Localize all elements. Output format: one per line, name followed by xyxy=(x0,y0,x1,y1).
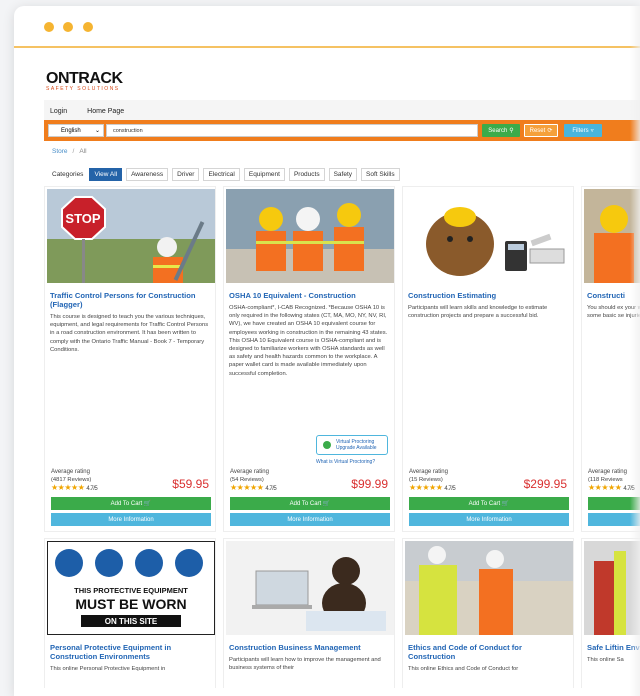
filter-icon: ▿ xyxy=(590,128,594,134)
product-description: Participants will learn how to improve t… xyxy=(229,657,381,672)
product-image[interactable] xyxy=(405,189,573,283)
add-to-cart-button[interactable]: Add To Cart 🛒 xyxy=(230,497,390,510)
product-image[interactable]: THIS PROTECTIVE EQUIPMENT MUST BE WORN O… xyxy=(47,541,215,635)
chevron-down-icon: ⌄ xyxy=(94,128,100,134)
ontrack-logo[interactable]: ONTRACK SAFETY SOLUTIONS xyxy=(46,70,123,92)
product-title[interactable]: Construction Business Management xyxy=(229,643,389,652)
product-card: OSHA 10 Equivalent - Construction OSHA-c… xyxy=(223,186,395,532)
product-image[interactable] xyxy=(405,541,573,635)
category-filter: Categories View All Awareness Driver Ele… xyxy=(52,168,404,181)
search-icon: ⚲ xyxy=(509,128,514,134)
add-to-cart-button[interactable]: Add To Cart 🛒 xyxy=(409,497,569,510)
product-rating: Average rating (4817 Reviews) ★★★★★ 4.7/5 xyxy=(51,469,98,492)
top-nav: Login Home Page xyxy=(44,100,640,122)
product-description: This online Personal Protective Equipmen… xyxy=(50,666,166,672)
product-image[interactable]: STOP xyxy=(47,189,215,283)
rating-label: Average rating xyxy=(588,469,627,475)
product-price: $299.95 xyxy=(523,477,567,491)
rating-value: 4.7/5 xyxy=(444,486,456,492)
product-title[interactable]: Traffic Control Persons for Construction… xyxy=(50,291,210,309)
category-awareness[interactable]: Awareness xyxy=(126,168,169,181)
category-driver[interactable]: Driver xyxy=(172,168,200,181)
rating-label: Average rating xyxy=(51,469,90,475)
refresh-icon: ⟳ xyxy=(547,128,553,134)
star-rating-icon: ★★★★★ 4.7/5 xyxy=(230,483,277,492)
vp-line-2: Upgrade Available xyxy=(336,445,377,451)
sign-text-line1: THIS PROTECTIVE EQUIPMENT xyxy=(74,586,188,595)
store-page: ONTRACK SAFETY SOLUTIONS Login Home Page… xyxy=(44,48,640,688)
product-title[interactable]: OSHA 10 Equivalent - Construction xyxy=(229,291,389,300)
title-bar xyxy=(14,6,640,48)
sign-text-line2: MUST BE WORN xyxy=(75,596,186,612)
category-equipment[interactable]: Equipment xyxy=(243,168,285,181)
reset-button[interactable]: Reset ⟳ xyxy=(524,124,558,137)
search-bar: English ⌄ construction Search ⚲ Reset ⟳ … xyxy=(44,120,640,141)
product-title[interactable]: Personal Protective Equipment in Constru… xyxy=(50,643,210,661)
category-products[interactable]: Products xyxy=(288,168,325,181)
star-rating-icon: ★★★★★ 4.7/5 xyxy=(409,483,456,492)
edge-fade xyxy=(630,6,640,696)
product-card: Construction Business Management Partici… xyxy=(223,538,395,688)
logo-subtext: SAFETY SOLUTIONS xyxy=(46,86,120,92)
more-information-button[interactable]: More Information xyxy=(230,513,390,526)
virtual-proctoring-badge[interactable]: Virtual Proctoring Upgrade Available xyxy=(316,435,388,455)
virtual-proctoring-link[interactable]: What is Virtual Proctoring? xyxy=(316,459,375,465)
product-rating: Average rating (118 Reviews ★★★★★ 4.7/5 xyxy=(588,469,635,492)
breadcrumb-current: All xyxy=(79,148,87,155)
product-title[interactable]: Construction Estimating xyxy=(408,291,568,300)
star-rating-icon: ★★★★★ 4.7/5 xyxy=(51,483,98,492)
filters-button[interactable]: Filters ▿ xyxy=(564,124,602,137)
product-title[interactable]: Ethics and Code of Conduct for Construct… xyxy=(408,643,568,661)
category-electrical[interactable]: Electrical xyxy=(203,168,240,181)
categories-label: Categories xyxy=(52,171,84,178)
product-description: This course is designed to teach you the… xyxy=(50,314,209,353)
rating-label: Average rating xyxy=(230,469,269,475)
window-dot-icon[interactable] xyxy=(63,22,73,32)
rating-value: 4.7/5 xyxy=(265,486,277,492)
breadcrumb-separator: / xyxy=(72,148,75,155)
nav-home-page[interactable]: Home Page xyxy=(87,108,124,115)
product-image[interactable] xyxy=(226,541,394,635)
rating-value: 4.7/5 xyxy=(86,486,98,492)
search-input[interactable]: construction xyxy=(106,124,478,137)
product-card: Ethics and Code of Conduct for Construct… xyxy=(402,538,574,688)
search-query: construction xyxy=(113,127,143,134)
proctoring-icon xyxy=(323,441,331,449)
category-soft-skills[interactable]: Soft Skills xyxy=(361,168,400,181)
product-rating: Average rating (15 Reviews) ★★★★★ 4.7/5 xyxy=(409,469,456,492)
product-card: STOP Traffic Control Persons for Constru… xyxy=(44,186,216,532)
product-image[interactable] xyxy=(226,189,394,283)
language-select[interactable]: English ⌄ xyxy=(48,124,104,137)
product-rating: Average rating (54 Reviews) ★★★★★ 4.7/5 xyxy=(230,469,277,492)
browser-window: ONTRACK SAFETY SOLUTIONS Login Home Page… xyxy=(14,6,640,696)
rating-label: Average rating xyxy=(409,469,448,475)
more-information-button[interactable]: More Information xyxy=(409,513,569,526)
star-rating-icon: ★★★★★ 4.7/5 xyxy=(588,483,635,492)
sign-text-line3: ON THIS SITE xyxy=(105,617,158,626)
window-dot-icon[interactable] xyxy=(83,22,93,32)
nav-login[interactable]: Login xyxy=(50,108,67,115)
search-button[interactable]: Search ⚲ xyxy=(482,124,520,137)
reset-button-label: Reset xyxy=(529,127,546,134)
product-description: Participants will learn skills and knowl… xyxy=(408,305,548,320)
category-safety[interactable]: Safety xyxy=(328,168,358,181)
product-description: OSHA-compliant*, I-CAB Recognized. *Beca… xyxy=(229,305,388,377)
product-card: Construction Estimating Participants wil… xyxy=(402,186,574,532)
filters-button-label: Filters xyxy=(572,127,589,134)
breadcrumb-store[interactable]: Store xyxy=(52,148,68,155)
product-price: $59.95 xyxy=(172,477,209,491)
window-dot-icon[interactable] xyxy=(44,22,54,32)
breadcrumb: Store / All xyxy=(52,148,87,155)
svg-text:STOP: STOP xyxy=(65,211,100,226)
product-description: This online Ethics and Code of Conduct f… xyxy=(408,666,519,672)
product-price: $99.99 xyxy=(351,477,388,491)
category-view-all[interactable]: View All xyxy=(89,168,123,181)
product-card: THIS PROTECTIVE EQUIPMENT MUST BE WORN O… xyxy=(44,538,216,688)
add-to-cart-button[interactable]: Add To Cart 🛒 xyxy=(51,497,211,510)
search-button-label: Search xyxy=(488,127,508,134)
more-information-button[interactable]: More Information xyxy=(51,513,211,526)
language-value: English xyxy=(61,127,81,134)
